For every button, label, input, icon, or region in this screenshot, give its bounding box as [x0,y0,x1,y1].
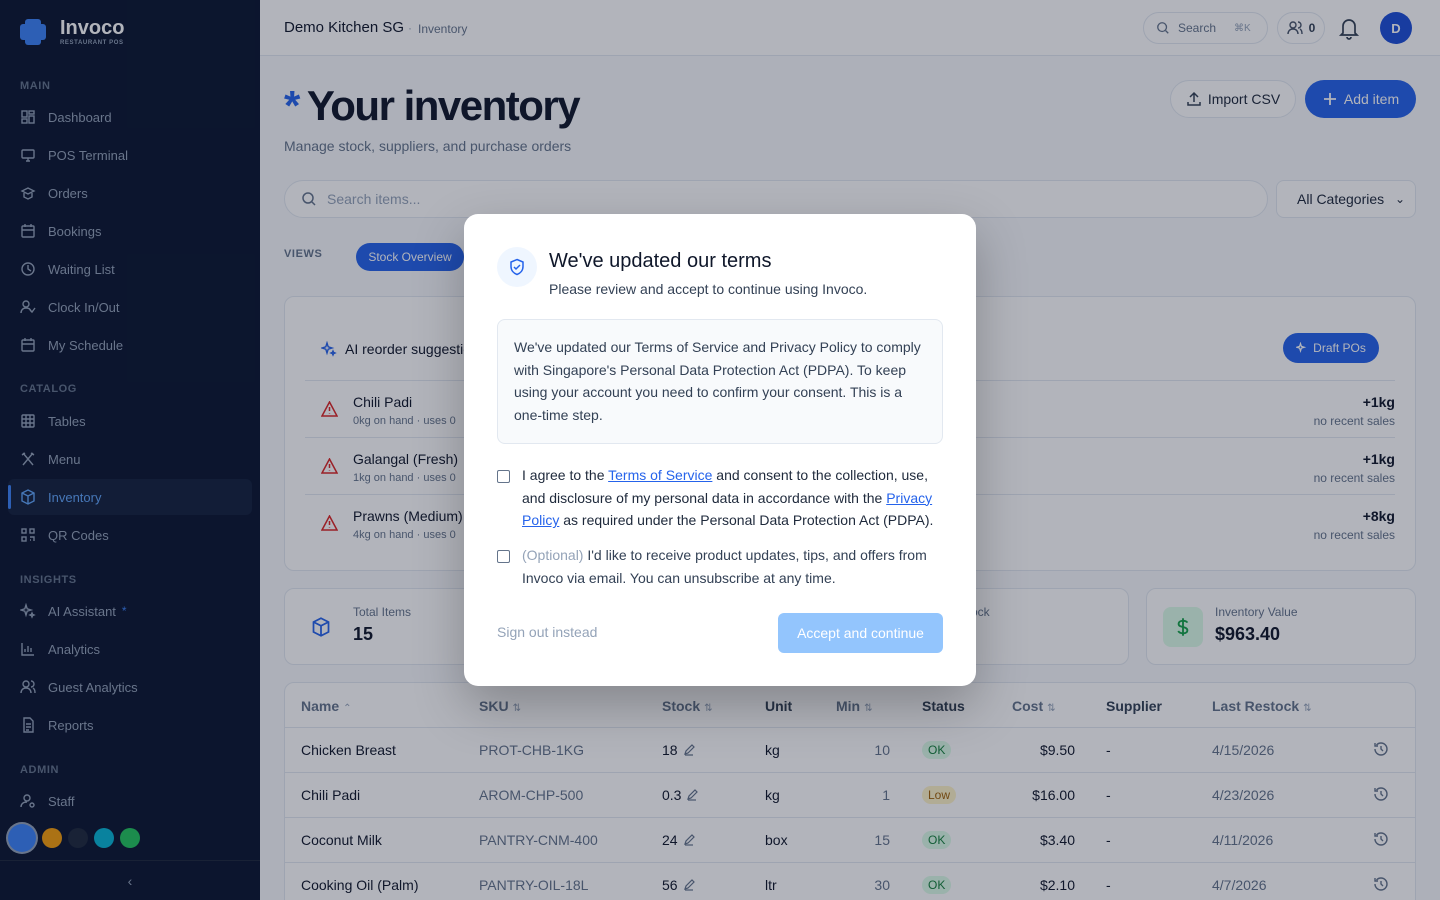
shield-check-icon [497,247,537,287]
terms-modal: We've updated our terms Please review an… [464,214,976,686]
terms-of-service-link[interactable]: Terms of Service [608,467,712,483]
consent-text: I agree to the Terms of Service and cons… [522,467,934,529]
consent-checkbox[interactable] [497,470,510,483]
optional-tag: (Optional) [522,547,584,563]
sign-out-button[interactable]: Sign out instead [497,624,597,640]
modal-title: We've updated our terms [549,250,772,272]
accept-continue-button[interactable]: Accept and continue [778,613,943,653]
marketing-optin-text: (Optional) I'd like to receive product u… [522,547,927,586]
marketing-optin-checkbox[interactable] [497,550,510,563]
modal-subtitle: Please review and accept to continue usi… [549,281,868,297]
modal-notice: We've updated our Terms of Service and P… [497,319,943,444]
